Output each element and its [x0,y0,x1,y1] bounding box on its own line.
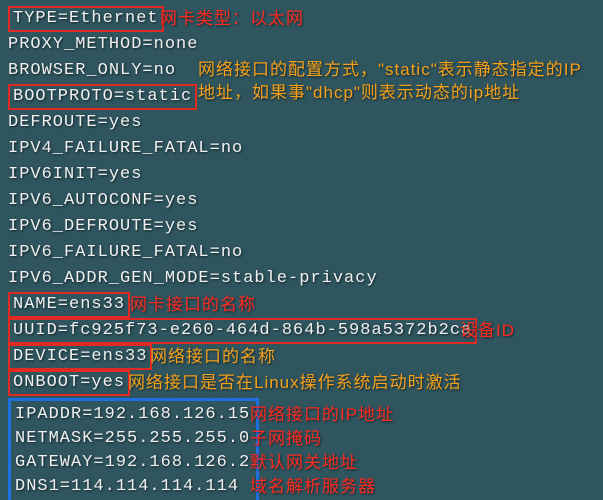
line-gateway: GATEWAY=192.168.126.2 [15,451,250,475]
ann-onboot: 网络接口是否在Linux操作系统启动时激活 [128,370,462,396]
ann-type: 网卡类型：以太网 [160,6,304,32]
cfg-netmask: NETMASK=255.255.255.0 [15,427,250,451]
ann-gateway: 默认网关地址 [250,448,358,473]
line-ipv6-addr-gen-mode: IPV6_ADDR_GEN_MODE=stable-privacy [8,266,595,292]
line-uuid: UUID=fc925f73-e260-464d-864b-598a5372b2c… [8,318,595,344]
line-netmask: NETMASK=255.255.255.0 [15,427,250,451]
ann-device: 网络接口的名称 [150,344,276,370]
cfg-defroute: DEFROUTE=yes [8,110,142,136]
ann-ipaddr: 网络接口的IP地址 [250,400,394,425]
cfg-ipv6-autoconf: IPV6_AUTOCONF=yes [8,188,198,214]
cfg-browser-only: BROWSER_ONLY=no [8,58,176,84]
line-ipv6-failure-fatal: IPV6_FAILURE_FATAL=no [8,240,595,266]
cfg-onboot: ONBOOT=yes [8,370,130,396]
line-onboot: ONBOOT=yes 网络接口是否在Linux操作系统启动时激活 [8,370,595,396]
line-ipaddr: IPADDR=192.168.126.15 [15,403,250,427]
cfg-name: NAME=ens33 [8,292,130,318]
cfg-device: DEVICE=ens33 [8,344,152,370]
line-type: TYPE=Ethernet 网卡类型：以太网 [8,6,595,32]
cfg-gateway: GATEWAY=192.168.126.2 [15,451,250,475]
cfg-ipv4-failure-fatal: IPV4_FAILURE_FATAL=no [8,136,243,162]
line-bootproto: BOOTPROTO=static [8,84,595,110]
ann-netmask: 子网掩码 [250,424,322,449]
cfg-ipaddr: IPADDR=192.168.126.15 [15,403,250,427]
cfg-ipv6-addr-gen-mode: IPV6_ADDR_GEN_MODE=stable-privacy [8,266,378,292]
line-dns1: DNS1=114.114.114.114 [15,475,250,499]
ann-uuid: 设备ID [460,318,515,344]
cfg-ipv6init: IPV6INIT=yes [8,162,142,188]
line-ipv6-autoconf: IPV6_AUTOCONF=yes [8,188,595,214]
line-ipv4-failure-fatal: IPV4_FAILURE_FATAL=no [8,136,595,162]
line-ipv6init: IPV6INIT=yes [8,162,595,188]
cfg-bootproto: BOOTPROTO=static [8,84,197,110]
cfg-ipv6-defroute: IPV6_DEFROUTE=yes [8,214,198,240]
cfg-uuid: UUID=fc925f73-e260-464d-864b-598a5372b2c… [8,318,477,344]
cfg-type: TYPE=Ethernet [8,6,164,32]
ann-dns: 域名解析服务器 [250,472,376,497]
cfg-dns1: DNS1=114.114.114.114 [15,475,239,499]
ip-settings-group: IPADDR=192.168.126.15 NETMASK=255.255.25… [8,398,259,500]
cfg-proxy-method: PROXY_METHOD=none [8,32,198,58]
ann-name: 网卡接口的名称 [130,292,256,318]
cfg-ipv6-failure-fatal: IPV6_FAILURE_FATAL=no [8,240,243,266]
line-proxy-method: PROXY_METHOD=none [8,32,595,58]
config-file-view: TYPE=Ethernet 网卡类型：以太网 PROXY_METHOD=none… [0,0,603,500]
line-defroute: DEFROUTE=yes [8,110,595,136]
line-device: DEVICE=ens33 网络接口的名称 [8,344,595,370]
line-name: NAME=ens33 网卡接口的名称 [8,292,595,318]
line-ipv6-defroute: IPV6_DEFROUTE=yes [8,214,595,240]
